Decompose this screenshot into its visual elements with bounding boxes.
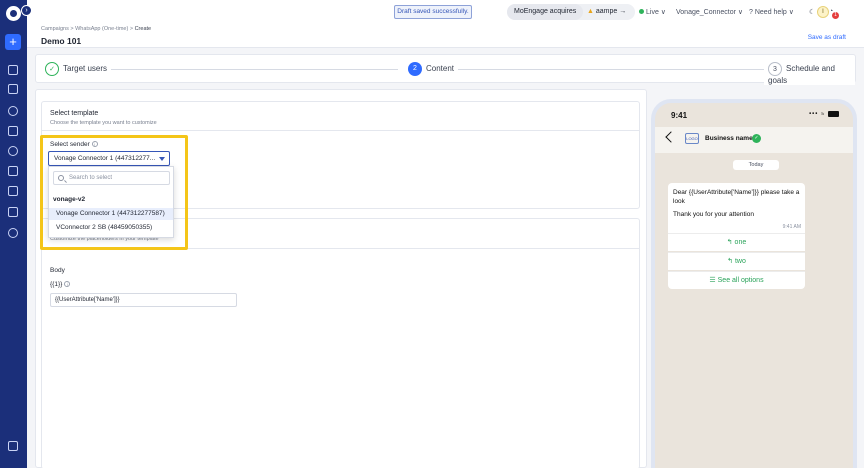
whatsapp-phone-preview: 9:41 ••• ≈ LOGO Business name ✓ Today De… <box>651 99 857 468</box>
check-icon: ✓ <box>45 62 59 76</box>
search-placeholder: Search to select <box>69 175 113 181</box>
draft-saved-toast: Draft saved successfully. <box>394 5 472 19</box>
top-header: Campaigns > WhatsApp (One-time) > Create… <box>27 0 864 48</box>
step-connector <box>108 69 398 70</box>
see-all-options: ☰ See all options <box>668 271 805 289</box>
user-avatar[interactable]: I <box>817 6 829 18</box>
info-icon[interactable]: i <box>64 281 71 288</box>
campaign-stepper: ✓ Target users 2 Content 3 Schedule and goa… <box>35 54 856 85</box>
message-text-line2: Thank you for your attention <box>673 211 754 218</box>
back-chevron-icon <box>665 131 677 143</box>
signal-wifi-icon: ••• ≈ <box>809 111 826 118</box>
dark-mode-icon[interactable]: ☾ <box>809 8 815 16</box>
business-name: Business name <box>705 135 753 142</box>
data-icon[interactable] <box>8 228 18 238</box>
panel-title: Select template <box>50 110 99 117</box>
phone-clock: 9:41 <box>671 111 688 120</box>
live-status-dot-icon <box>639 9 644 14</box>
whatsapp-chat-header: LOGO Business name ✓ <box>655 127 853 153</box>
step-label: Content <box>426 64 455 74</box>
date-chip: Today <box>733 160 779 170</box>
environment-selector[interactable]: Live ∨ <box>639 8 666 16</box>
analytics-icon[interactable] <box>8 84 18 94</box>
environment-label: Live <box>646 9 659 16</box>
breadcrumb: Campaigns > WhatsApp (One-time) > Create <box>41 26 151 32</box>
search-icon <box>58 175 64 181</box>
step-number: 2 <box>408 62 422 76</box>
quick-reply-two: ↰ two <box>668 252 805 270</box>
sidebar: + <box>0 0 27 468</box>
step-content[interactable]: 2 Content <box>404 62 459 76</box>
step-schedule-goals[interactable]: 3 Schedule and goals <box>764 62 855 85</box>
step-number: 3 <box>768 62 782 76</box>
breadcrumb-separator: > <box>129 26 134 32</box>
workspace-selector[interactable]: Vonage_Connector ∨ <box>676 8 743 16</box>
step-connector <box>456 69 766 70</box>
battery-icon <box>828 111 839 117</box>
dashboard-icon[interactable] <box>8 65 18 75</box>
dropdown-group-label: vonage-v2 <box>53 196 86 203</box>
sender-option-vonage-connector-1[interactable]: Vonage Connector 1 (447312277587) <box>49 208 173 220</box>
breadcrumb-separator: > <box>70 26 74 32</box>
panel-subtitle: Choose the template you want to customiz… <box>50 120 157 126</box>
verified-badge-icon: ✓ <box>752 134 761 143</box>
message-bubble: Dear {{UserAttribute['Name']}} please ta… <box>668 183 805 233</box>
chevron-down-icon: ∨ <box>788 9 794 16</box>
create-plus-button[interactable]: + <box>5 34 21 50</box>
help-icon: ? <box>749 9 753 16</box>
phone-status-icons: ••• ≈ <box>809 111 839 118</box>
notification-count-badge: 1 <box>832 12 839 19</box>
message-timestamp: 9:41 AM <box>782 224 801 230</box>
divider <box>42 130 639 131</box>
message-text-line1: Dear {{UserAttribute['Name']}} please ta… <box>673 189 800 205</box>
select-sender-dropdown[interactable]: Vonage Connector 1 (447312277... <box>48 151 170 166</box>
save-as-draft-link[interactable]: Save as draft <box>808 34 846 41</box>
step-target-users[interactable]: ✓ Target users <box>45 62 112 76</box>
help-label: Need help <box>754 9 787 16</box>
content-icon[interactable] <box>8 166 18 176</box>
variable-value-input[interactable]: {{UserAttribute['Name']}} <box>50 293 237 307</box>
breadcrumb-campaigns[interactable]: Campaigns <box>41 26 69 32</box>
sender-dropdown-menu: Search to select vonage-v2 Vonage Connec… <box>48 166 174 238</box>
acquisition-banner[interactable]: MoEngage acquires ▲ aampe → <box>507 4 635 20</box>
acquisition-banner-right: ▲ aampe → <box>587 4 626 20</box>
variable-text: {{1}} <box>50 281 63 288</box>
page-title: Demo 101 <box>41 36 82 46</box>
breadcrumb-whatsapp[interactable]: WhatsApp (One-time) <box>75 26 128 32</box>
selected-sender-value: Vonage Connector 1 (447312277... <box>54 155 156 162</box>
workspace-label: Vonage_Connector <box>676 9 736 16</box>
breadcrumb-create: Create <box>134 26 152 32</box>
sender-search-input[interactable]: Search to select <box>53 171 170 185</box>
sidebar-expand-icon[interactable]: › <box>21 5 32 16</box>
campaigns-icon[interactable] <box>8 126 18 136</box>
help-menu[interactable]: ? Need help ∨ <box>749 8 794 16</box>
cards-icon[interactable] <box>8 207 18 217</box>
business-logo: LOGO <box>685 133 699 144</box>
moengage-logo-icon[interactable] <box>6 6 21 21</box>
apps-grid-icon[interactable] <box>8 441 18 451</box>
body-label: Body <box>50 267 65 274</box>
personalize-icon[interactable] <box>8 186 18 196</box>
chevron-down-icon: ∨ <box>737 9 744 16</box>
chevron-down-icon: ∨ <box>660 9 666 16</box>
sender-option-vconnector-2[interactable]: VConnector 2 SB (48459050355) <box>49 222 173 234</box>
arrow-right-icon: → <box>619 8 627 15</box>
flows-icon[interactable] <box>8 146 18 156</box>
aampe-logo-icon: ▲ <box>587 8 594 15</box>
segment-icon[interactable] <box>8 106 18 116</box>
step-label: Target users <box>63 64 108 74</box>
variable-label: {{1}} i <box>50 281 71 288</box>
quick-reply-one: ↰ one <box>668 233 805 251</box>
caret-up-icon <box>159 157 165 161</box>
personalize-panel: Customize the placeholders in your templ… <box>41 218 640 468</box>
acquisition-banner-left: MoEngage acquires <box>507 4 584 20</box>
aampe-label: aampe <box>595 8 618 15</box>
